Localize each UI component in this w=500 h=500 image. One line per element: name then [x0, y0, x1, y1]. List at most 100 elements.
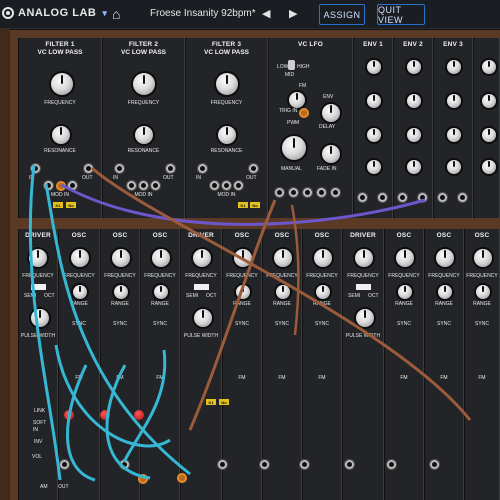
resonance-knob[interactable]: [218, 126, 236, 144]
resonance-knob[interactable]: [52, 126, 70, 144]
vol-jack[interactable]: [430, 460, 439, 469]
preset-name[interactable]: Froese Insanity 92bpm*: [150, 8, 256, 19]
prev-preset-button[interactable]: ◀: [262, 7, 270, 20]
lfo-out-jack[interactable]: [289, 188, 298, 197]
decay-knob[interactable]: [447, 94, 461, 108]
attack-knob[interactable]: [367, 60, 381, 74]
range-knob[interactable]: [438, 285, 452, 299]
frequency-knob[interactable]: [234, 249, 252, 267]
assign-button[interactable]: ASSIGN: [319, 4, 365, 25]
frequency-knob[interactable]: [355, 249, 373, 267]
range-knob[interactable]: [236, 285, 250, 299]
range-knob[interactable]: [316, 285, 330, 299]
frequency-knob[interactable]: [396, 249, 414, 267]
sustain-knob[interactable]: [482, 128, 496, 142]
filter-out-jack[interactable]: [166, 164, 175, 173]
mod-in-jack[interactable]: [151, 181, 160, 190]
range-switch[interactable]: [288, 60, 295, 70]
pulse-width-knob[interactable]: [194, 309, 212, 327]
patched-jack[interactable]: [138, 474, 148, 484]
frequency-knob[interactable]: [29, 249, 47, 267]
trig-in-jack[interactable]: [299, 108, 309, 118]
mod-in-jack[interactable]: [234, 181, 243, 190]
manual-knob[interactable]: [282, 136, 306, 160]
pulse-width-knob[interactable]: [31, 309, 49, 327]
range-knob[interactable]: [154, 285, 168, 299]
frequency-knob[interactable]: [474, 249, 492, 267]
fade-in-knob[interactable]: [322, 145, 340, 163]
lfo-out-jack[interactable]: [275, 188, 284, 197]
release-knob[interactable]: [447, 160, 461, 174]
vol-jack[interactable]: [300, 460, 309, 469]
mod-in-jack[interactable]: [139, 181, 148, 190]
filter-out-jack[interactable]: [249, 164, 258, 173]
decay-knob[interactable]: [367, 94, 381, 108]
delay-knob[interactable]: [322, 104, 340, 122]
vol-jack[interactable]: [345, 460, 354, 469]
env-jack[interactable]: [358, 193, 367, 202]
release-knob[interactable]: [482, 160, 496, 174]
link-button-red[interactable]: [100, 410, 110, 420]
pulse-width-knob[interactable]: [356, 309, 374, 327]
env-jack[interactable]: [438, 193, 447, 202]
resonance-knob[interactable]: [135, 126, 153, 144]
filter-module-1: FILTER 1 VC LOW PASS FREQUENCY RESONANCE…: [18, 38, 102, 218]
app-logo[interactable]: ANALOG LAB ▾: [2, 7, 107, 19]
range-knob[interactable]: [73, 285, 87, 299]
mod-in-jack[interactable]: [127, 181, 136, 190]
frequency-knob[interactable]: [51, 73, 73, 95]
range-knob[interactable]: [114, 285, 128, 299]
lfo-out-jack[interactable]: [317, 188, 326, 197]
decay-knob[interactable]: [407, 94, 421, 108]
patched-jack[interactable]: [177, 473, 187, 483]
preset-add-icon[interactable]: ⌂: [112, 6, 120, 22]
frequency-knob[interactable]: [314, 249, 332, 267]
vol-jack[interactable]: [387, 460, 396, 469]
frequency-knob[interactable]: [71, 249, 89, 267]
filter-out-jack[interactable]: [84, 164, 93, 173]
patched-jack[interactable]: [56, 181, 66, 191]
filter-in-jack[interactable]: [115, 164, 124, 173]
attack-knob[interactable]: [482, 60, 496, 74]
frequency-knob[interactable]: [112, 249, 130, 267]
mod-in-jack[interactable]: [222, 181, 231, 190]
vol-jack[interactable]: [120, 460, 129, 469]
sustain-knob[interactable]: [447, 128, 461, 142]
next-preset-button[interactable]: ▶: [289, 7, 297, 20]
decay-knob[interactable]: [482, 94, 496, 108]
lfo-out-jack[interactable]: [303, 188, 312, 197]
release-knob[interactable]: [367, 160, 381, 174]
range-knob[interactable]: [276, 285, 290, 299]
quit-view-button[interactable]: QUIT VIEW: [377, 4, 425, 25]
link-button-red[interactable]: [134, 410, 144, 420]
vol-jack[interactable]: [260, 460, 269, 469]
env-jack[interactable]: [398, 193, 407, 202]
range-knob[interactable]: [398, 285, 412, 299]
mod-in-jack[interactable]: [210, 181, 219, 190]
sustain-knob[interactable]: [407, 128, 421, 142]
frequency-knob[interactable]: [436, 249, 454, 267]
frequency-knob[interactable]: [193, 249, 211, 267]
attack-knob[interactable]: [407, 60, 421, 74]
link-button-red[interactable]: [64, 410, 74, 420]
frequency-knob[interactable]: [133, 73, 155, 95]
vol-jack[interactable]: [60, 460, 69, 469]
mod-in-jack[interactable]: [68, 181, 77, 190]
env-jack[interactable]: [458, 193, 467, 202]
env-jack[interactable]: [378, 193, 387, 202]
env-jack[interactable]: [418, 193, 427, 202]
frequency-knob[interactable]: [274, 249, 292, 267]
lfo-out-jack[interactable]: [331, 188, 340, 197]
resonance-label: RESONANCE: [44, 148, 76, 154]
release-knob[interactable]: [407, 160, 421, 174]
range-knob[interactable]: [476, 285, 490, 299]
sustain-knob[interactable]: [367, 128, 381, 142]
attack-knob[interactable]: [447, 60, 461, 74]
frequency-knob[interactable]: [152, 249, 170, 267]
fm-knob[interactable]: [289, 92, 305, 108]
mod-in-jack[interactable]: [44, 181, 53, 190]
filter-in-jack[interactable]: [198, 164, 207, 173]
frequency-knob[interactable]: [216, 73, 238, 95]
vol-jack[interactable]: [218, 460, 227, 469]
filter-in-jack[interactable]: [31, 164, 40, 173]
